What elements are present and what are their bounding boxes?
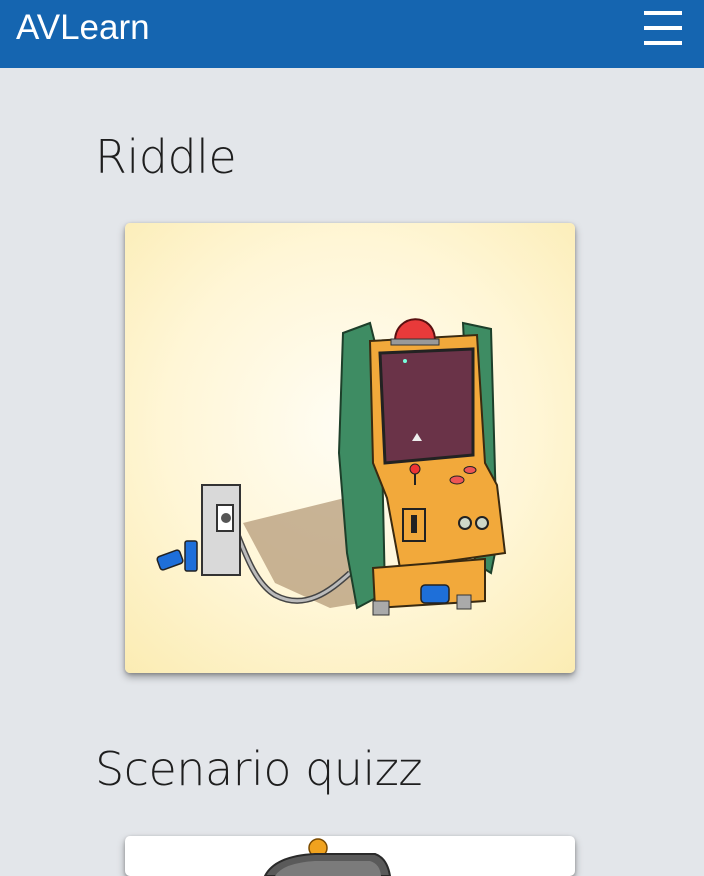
section-title-riddle: Riddle <box>95 130 237 184</box>
menu-button[interactable] <box>640 7 686 49</box>
scenario-quizz-card[interactable] <box>125 836 575 876</box>
hamburger-menu-icon <box>644 11 682 15</box>
robot-illustration <box>263 838 392 876</box>
app-title[interactable]: AVLearn <box>16 10 150 46</box>
arcade-machine-illustration <box>156 318 507 616</box>
riddle-card[interactable] <box>125 223 575 673</box>
top-app-bar: AVLearn <box>0 0 704 68</box>
section-title-scenario-quizz: Scenario quizz <box>95 742 423 796</box>
